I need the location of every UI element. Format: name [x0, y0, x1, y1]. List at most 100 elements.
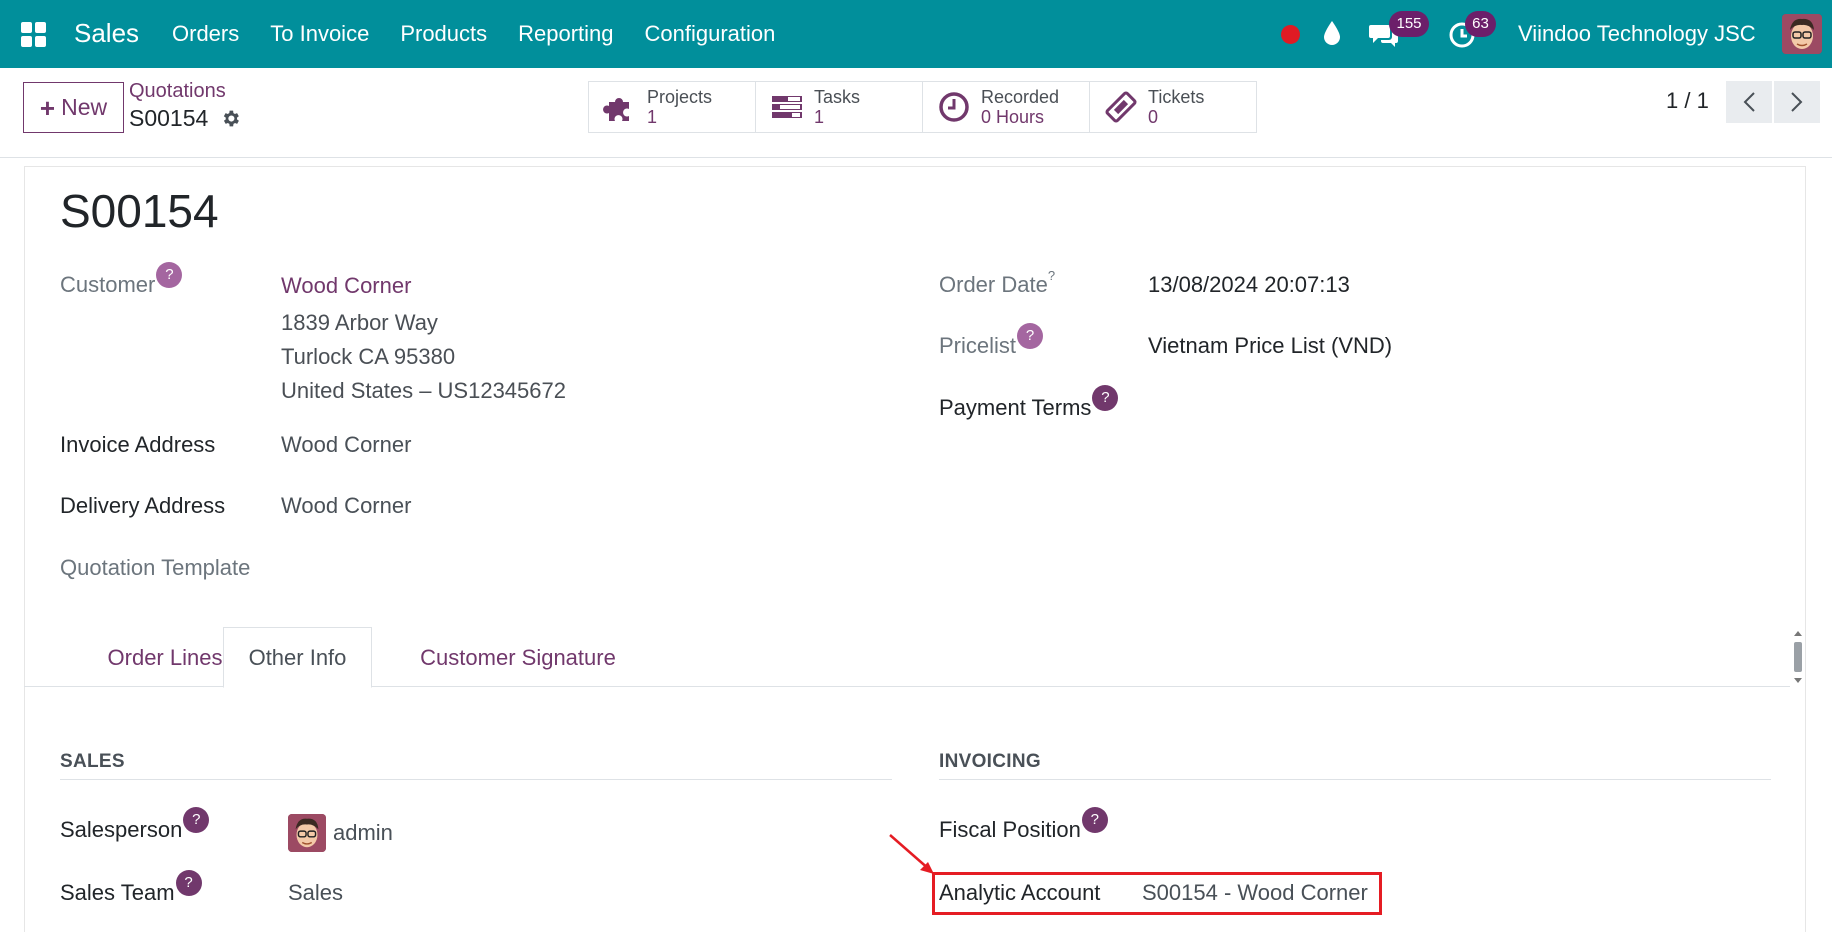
salesperson-avatar: [288, 814, 326, 852]
scroll-down-icon[interactable]: [1792, 676, 1804, 686]
salesperson-label: Salesperson?: [60, 807, 210, 843]
control-panel: + New Quotations S00154 Projects 1 Tasks…: [0, 68, 1832, 158]
salesperson-label-text: Salesperson: [60, 817, 183, 842]
tab-order-lines[interactable]: Order Lines: [85, 627, 245, 688]
tab-customer-signature[interactable]: Customer Signature: [393, 627, 643, 688]
pricelist-label-text: Pricelist: [939, 333, 1017, 358]
tickets-stat: Tickets 0: [1148, 87, 1204, 127]
breadcrumb-current: S00154: [129, 105, 241, 132]
delivery-address-field[interactable]: Wood Corner: [281, 493, 411, 519]
customer-address-line: 1839 Arbor Way: [281, 310, 438, 335]
puzzle-icon: [603, 98, 629, 121]
recorded-value: 0 Hours: [981, 107, 1045, 127]
help-icon[interactable]: ?: [1081, 807, 1108, 833]
top-navbar: Sales Orders To Invoice Products Reporti…: [0, 0, 1832, 68]
chevron-left-icon: [1743, 92, 1755, 112]
chevron-right-icon: [1791, 92, 1803, 112]
tab-other-info[interactable]: Other Info: [223, 627, 372, 688]
company-switcher[interactable]: Viindoo Technology JSC: [1518, 21, 1756, 47]
new-button-label: New: [61, 94, 108, 120]
sales-team-label: Sales Team?: [60, 870, 202, 906]
tasks-stat: Tasks 1: [814, 87, 860, 127]
menu-products[interactable]: Products: [400, 21, 487, 47]
invoice-address-field[interactable]: Wood Corner: [281, 432, 411, 458]
pricelist-field[interactable]: Vietnam Price List (VND): [1148, 333, 1392, 359]
help-icon[interactable]: ?: [1017, 323, 1044, 349]
tasks-value: 1: [814, 107, 825, 127]
user-avatar[interactable]: [1782, 14, 1822, 54]
payment-terms-label: Payment Terms?: [939, 385, 1119, 421]
order-date-field[interactable]: 13/08/2024 20:07:13: [1148, 272, 1350, 298]
scroll-thumb[interactable]: [1794, 642, 1802, 672]
breadcrumb-quotations[interactable]: Quotations: [129, 80, 241, 103]
tickets-label: Tickets: [1148, 87, 1205, 107]
scroll-up-icon[interactable]: [1792, 628, 1804, 638]
tickets-value: 0: [1148, 107, 1159, 127]
pager-value[interactable]: 1 / 1: [1666, 88, 1709, 114]
help-icon[interactable]: ?: [183, 807, 210, 833]
user-avatar-icon: [1782, 14, 1822, 54]
fiscal-position-label: Fiscal Position?: [939, 807, 1108, 843]
sales-section-title: SALES: [60, 751, 125, 772]
ticket-icon: [1105, 91, 1137, 123]
recorded-stat: Recorded 0 Hours: [981, 87, 1059, 127]
customer-name[interactable]: Wood Corner: [281, 273, 411, 299]
sales-team-field[interactable]: Sales: [288, 880, 343, 906]
menu-configuration[interactable]: Configuration: [645, 21, 776, 47]
customer-label: Customer?: [60, 262, 183, 298]
order-date-label: Order Date?: [939, 268, 1055, 298]
apps-grid-icon[interactable]: [21, 22, 46, 47]
help-icon[interactable]: ?: [156, 262, 183, 288]
projects-value: 1: [647, 107, 658, 127]
pricelist-label: Pricelist?: [939, 323, 1044, 359]
projects-stat: Projects 1: [647, 87, 712, 127]
smart-buttons: Projects 1 Tasks 1 Recorded 0 Hours Tick…: [588, 81, 1257, 133]
breadcrumb-current-label: S00154: [129, 105, 209, 131]
recorded-label: Recorded: [981, 87, 1060, 107]
order-date-label-text: Order Date: [939, 272, 1048, 297]
invoicing-section-title: INVOICING: [939, 751, 1041, 772]
new-button[interactable]: + New: [23, 82, 124, 133]
delivery-address-label: Delivery Address: [60, 493, 226, 518]
record-indicator-icon[interactable]: [1281, 25, 1300, 44]
scrollbar[interactable]: [1792, 628, 1804, 686]
projects-smart-button[interactable]: Projects 1: [588, 81, 756, 133]
pager-previous-button[interactable]: [1726, 81, 1772, 123]
pager-next-button[interactable]: [1774, 81, 1820, 123]
salesperson-field[interactable]: admin: [333, 820, 393, 846]
activity-count-badge: 63: [1465, 11, 1496, 37]
customer-address-line: Turlock CA 95380: [281, 344, 456, 369]
salesperson-avatar-icon: [288, 814, 326, 852]
menu-to-invoice[interactable]: To Invoice: [270, 21, 369, 47]
tickets-smart-button[interactable]: Tickets 0: [1089, 81, 1257, 133]
tasks-label: Tasks: [814, 87, 861, 107]
tasks-smart-button[interactable]: Tasks 1: [755, 81, 923, 133]
help-mark[interactable]: ?: [1048, 268, 1055, 283]
gear-icon[interactable]: [220, 108, 241, 129]
record-title: S00154: [60, 185, 219, 237]
menu-orders[interactable]: Orders: [172, 21, 239, 47]
highlight-annotation: [932, 872, 1382, 915]
fiscal-position-label-text: Fiscal Position: [939, 817, 1081, 842]
recorded-smart-button[interactable]: Recorded 0 Hours: [922, 81, 1090, 133]
sales-section-divider: [60, 779, 892, 780]
projects-label: Projects: [647, 87, 713, 107]
help-icon[interactable]: ?: [175, 870, 202, 896]
plus-icon: +: [39, 92, 56, 123]
invoice-address-label: Invoice Address: [60, 432, 216, 457]
app-name[interactable]: Sales: [74, 18, 139, 49]
main-menu: Orders To Invoice Products Reporting Con…: [172, 21, 775, 47]
breadcrumb: Quotations S00154: [129, 80, 241, 132]
sales-team-label-text: Sales Team: [60, 880, 175, 905]
chat-count-badge: 155: [1389, 11, 1429, 37]
customer-label-text: Customer: [60, 272, 156, 297]
invoicing-section-divider: [939, 779, 1771, 780]
help-icon[interactable]: ?: [1092, 385, 1119, 411]
notebook-tabs: Order Lines Other Info Customer Signatur…: [24, 627, 1790, 688]
clock-icon: [939, 92, 969, 122]
payment-terms-label-text: Payment Terms: [939, 395, 1092, 420]
menu-reporting[interactable]: Reporting: [518, 21, 613, 47]
tasks-icon: [772, 96, 802, 118]
customer-address-line: United States – US12345672: [281, 378, 566, 403]
drop-icon[interactable]: [1323, 20, 1341, 46]
